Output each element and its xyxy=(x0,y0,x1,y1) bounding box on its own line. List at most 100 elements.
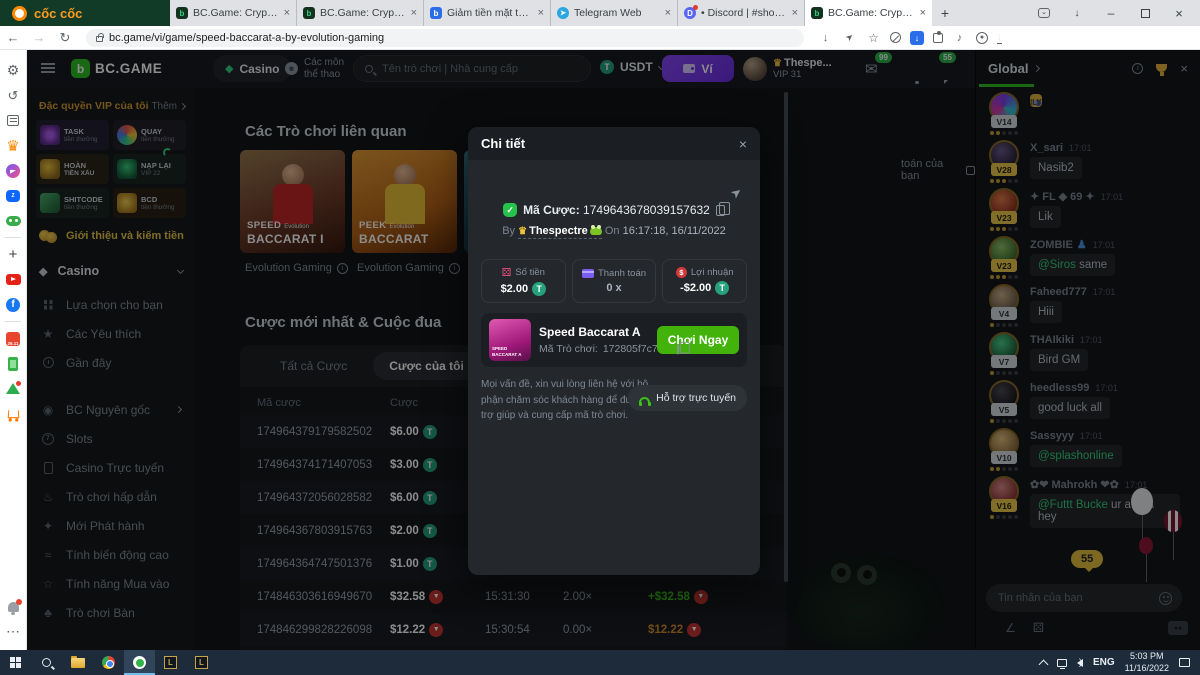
messenger-icon[interactable] xyxy=(0,158,27,183)
live-support-button[interactable]: Hỗ trợ trực tuyến xyxy=(628,385,747,411)
action-center-icon[interactable] xyxy=(1179,658,1190,667)
tab-close-icon[interactable]: × xyxy=(665,7,671,19)
facebook-ic[interactable]: f xyxy=(0,292,27,317)
browser-tab-bar: cốc cốc bBC.Game: Crypto Casino Gam× bBC… xyxy=(0,0,1200,26)
browser-tab-1[interactable]: bBC.Game: Crypto Casino Gam× xyxy=(170,0,297,26)
tab-close-icon[interactable]: × xyxy=(920,7,926,19)
browser-side-rail: Z f 25.11 xyxy=(0,50,27,650)
coccoc-brand: cốc cốc xyxy=(0,0,170,26)
profile-icon[interactable] xyxy=(976,32,988,44)
save-page-icon[interactable] xyxy=(818,30,833,45)
screen: cốc cốc bBC.Game: Crypto Casino Gam× bBC… xyxy=(0,0,1200,675)
money-icon xyxy=(676,267,687,278)
session-restore-icon[interactable] xyxy=(1070,6,1084,20)
rail-divider xyxy=(5,237,21,238)
support-help-text: Mọi vấn đề, xin vui lòng liên hệ với bộ … xyxy=(481,377,649,424)
frog-emoji-icon xyxy=(590,227,602,235)
settings-gear-icon[interactable] xyxy=(0,58,27,83)
usdt-coin-icon xyxy=(532,282,546,296)
hot-crown-icon[interactable] xyxy=(0,133,27,158)
lol-client-icon[interactable]: L xyxy=(155,650,186,675)
browser-tab-2[interactable]: bBC.Game: Crypto Casino Gam× xyxy=(297,0,424,26)
tray-expand-icon[interactable] xyxy=(1038,659,1048,669)
reload-button[interactable] xyxy=(52,30,78,46)
address-bar-actions xyxy=(818,30,1012,45)
coccoc-brand-label: cốc cốc xyxy=(34,6,82,21)
coccoc-logo-icon xyxy=(12,6,27,21)
bet-id-value[interactable]: 1749643678039157632 xyxy=(583,203,710,217)
youtube-icon[interactable] xyxy=(0,267,27,292)
newsfeed-icon[interactable] xyxy=(0,108,27,133)
cart-shortcut-icon[interactable] xyxy=(0,401,27,426)
forward-button[interactable] xyxy=(26,30,52,45)
taskbar-search-icon[interactable] xyxy=(31,650,62,675)
lock-icon xyxy=(96,36,103,42)
modal-close-icon[interactable] xyxy=(739,136,747,152)
browser-tab-telegram[interactable]: ➤Telegram Web× xyxy=(551,0,678,26)
lol-game-icon[interactable]: L xyxy=(186,650,217,675)
copy-icon[interactable] xyxy=(716,205,725,216)
windows-taskbar: L L ENG 5:03 PM11/16/2022 xyxy=(0,650,1200,675)
file-explorer-icon[interactable] xyxy=(62,650,93,675)
telegram-favicon: ➤ xyxy=(557,7,569,19)
bet-datetime: 16:17:18, 16/11/2022 xyxy=(623,225,726,237)
back-button[interactable] xyxy=(0,30,26,45)
bet-id-row: Mã Cược: 1749643678039157632 xyxy=(468,203,760,217)
url-field[interactable]: bc.game/vi/game/speed-baccarat-a-by-evol… xyxy=(86,29,804,47)
start-button[interactable] xyxy=(0,650,31,675)
play-now-button[interactable]: Chơi Ngay xyxy=(657,326,739,354)
maximize-button[interactable] xyxy=(1141,9,1150,18)
share-arrow-icon[interactable] xyxy=(727,183,745,202)
add-shortcut-icon[interactable] xyxy=(0,242,27,267)
dice-icon xyxy=(502,266,512,279)
game-thumbnail[interactable]: SPEEDBACCARAT A xyxy=(489,319,531,361)
new-tab-button[interactable] xyxy=(932,0,958,26)
extensions-icon[interactable] xyxy=(933,33,943,43)
downloads-tray-icon[interactable] xyxy=(997,30,1012,45)
window-controls xyxy=(1024,0,1200,26)
chrome-icon[interactable] xyxy=(93,650,124,675)
modal-header: Chi tiết xyxy=(468,127,760,160)
bet-details-modal: Chi tiết Mã Cược: 1749643678039157632 By… xyxy=(468,127,760,575)
tab-search-icon[interactable] xyxy=(1038,8,1050,18)
bet-stats: Số tiền $2.00 Thanh toán 0 x Lợi nhuận -… xyxy=(481,259,747,303)
browser-tab-active[interactable]: bBC.Game: Crypto Casino Gam× xyxy=(805,0,932,26)
tab-close-icon[interactable]: × xyxy=(411,7,417,19)
zalo-icon[interactable]: Z xyxy=(0,183,27,208)
coccoc-taskbar-icon[interactable] xyxy=(124,650,155,675)
taskbar-clock[interactable]: 5:03 PM11/16/2022 xyxy=(1125,651,1169,674)
browser-tab-discord[interactable]: D• Discord | #show-off-you× xyxy=(678,0,805,26)
games-gamepad-icon[interactable] xyxy=(0,208,27,233)
usdt-coin-icon xyxy=(715,281,729,295)
media-icon[interactable] xyxy=(952,30,967,45)
sale-shortcut-icon[interactable]: 25.11 xyxy=(0,326,27,351)
tab-close-icon[interactable]: × xyxy=(538,7,544,19)
tab-close-icon[interactable]: × xyxy=(792,7,798,19)
bookmark-star-icon[interactable] xyxy=(866,30,881,45)
notifications-bell-icon[interactable] xyxy=(0,594,27,619)
battery-saver-icon[interactable] xyxy=(0,351,27,376)
hat-shortcut-icon[interactable] xyxy=(0,376,27,401)
network-icon[interactable] xyxy=(1057,659,1067,667)
share-icon[interactable] xyxy=(842,30,857,45)
tab-close-icon[interactable]: × xyxy=(284,7,290,19)
browser-tab-3[interactable]: bGiảm tiền mặt theo tiến hóa× xyxy=(424,0,551,26)
url-text[interactable]: bc.game/vi/game/speed-baccarat-a-by-evol… xyxy=(109,32,384,44)
adblock-shield-icon[interactable] xyxy=(890,32,901,43)
bet-user-link[interactable]: Thespectre xyxy=(518,225,602,239)
modal-game-row: SPEEDBACCARAT A Speed Baccarat A Mã Trò … xyxy=(481,313,747,367)
stat-amount: Số tiền $2.00 xyxy=(481,259,566,303)
close-window-button[interactable] xyxy=(1172,6,1186,20)
discord-favicon: D xyxy=(684,7,696,19)
rail-more-icon[interactable] xyxy=(0,619,27,644)
bcgame-favicon: b xyxy=(811,7,823,19)
payment-card-icon xyxy=(582,269,594,278)
download-manager-icon[interactable] xyxy=(910,31,924,45)
minimize-button[interactable] xyxy=(1104,6,1118,20)
bet-by-row: By Thespectre On 16:17:18, 16/11/2022 xyxy=(468,225,760,237)
browser-address-bar: bc.game/vi/game/speed-baccarat-a-by-evol… xyxy=(0,26,1200,50)
history-icon[interactable] xyxy=(0,83,27,108)
rail-divider xyxy=(5,321,21,322)
volume-icon[interactable] xyxy=(1077,659,1083,667)
language-indicator[interactable]: ENG xyxy=(1093,657,1115,668)
